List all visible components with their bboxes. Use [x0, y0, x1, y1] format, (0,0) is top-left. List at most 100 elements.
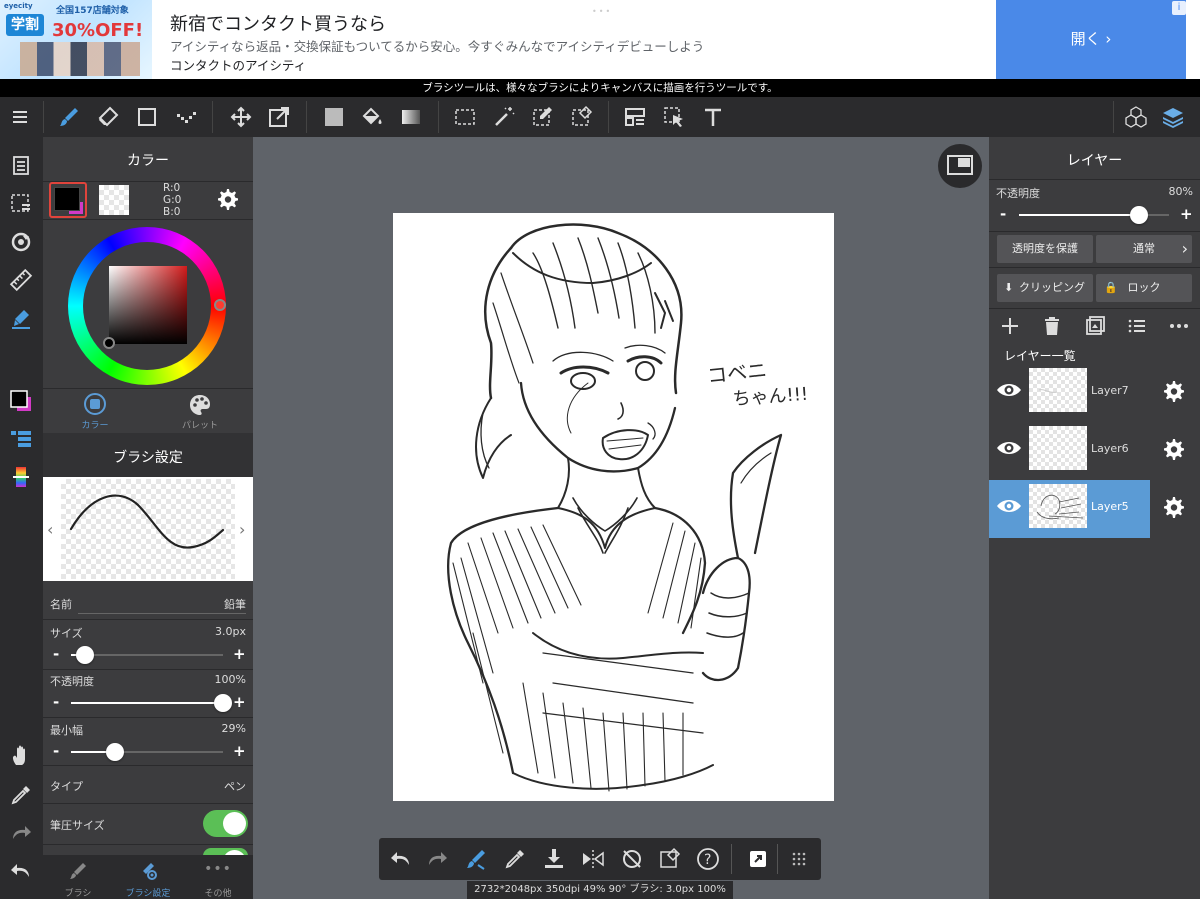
help-icon[interactable]: ? — [696, 847, 720, 871]
eyedropper-quick-icon[interactable] — [503, 847, 527, 871]
size-increase-button[interactable]: + — [233, 645, 246, 663]
size-decrease-button[interactable]: - — [53, 645, 59, 663]
ad-image[interactable]: eyecity 全国157店舗対象 学割 30%OFF! — [0, 0, 152, 79]
rotate-reset-icon[interactable] — [620, 847, 644, 871]
layer6-settings-gear-icon[interactable] — [1162, 438, 1186, 462]
min-width-slider-knob[interactable] — [106, 743, 124, 761]
clipping-button[interactable]: ⬇ クリッピング — [997, 274, 1093, 302]
lock-button[interactable]: 🔒 ロック — [1096, 274, 1192, 302]
opacity-slider-knob[interactable] — [214, 694, 232, 712]
select-pen-icon[interactable] — [531, 105, 555, 129]
color-settings-gear-icon[interactable] — [216, 188, 240, 212]
brush-quick-icon[interactable] — [464, 847, 488, 871]
brush-icon[interactable] — [57, 105, 81, 129]
brush-preview[interactable]: ‹ › — [43, 477, 253, 581]
eraser-icon[interactable] — [96, 105, 120, 129]
ad-info-icon[interactable]: i — [1172, 1, 1186, 15]
undo-icon[interactable] — [9, 859, 33, 883]
layer-thumbnail — [1029, 368, 1087, 412]
brush-fill-icon[interactable] — [9, 307, 33, 331]
tab-brush-settings[interactable]: ブラシ設定 — [118, 855, 178, 899]
canvas-status: 2732*2048px 350dpi 49% 90° ブラシ: 3.0px 10… — [467, 881, 733, 899]
layers-icon[interactable] — [1161, 105, 1185, 129]
ad-open-button[interactable]: 開く › — [996, 0, 1186, 79]
background-color-swatch[interactable] — [99, 185, 129, 215]
brush-type-value[interactable]: ペン — [224, 778, 246, 794]
share-icon[interactable] — [746, 847, 770, 871]
select-eraser-icon[interactable] — [570, 105, 594, 129]
bucket-icon[interactable] — [360, 105, 384, 129]
move-icon[interactable] — [229, 105, 253, 129]
undo-icon[interactable] — [389, 847, 413, 871]
selection-clear-icon[interactable] — [658, 847, 682, 871]
fill-color-icon[interactable] — [322, 105, 346, 129]
gradient-icon[interactable] — [399, 105, 423, 129]
drawing-canvas[interactable]: コベニ ちゃん!!! — [393, 213, 834, 801]
magic-wand-icon[interactable] — [492, 105, 516, 129]
color-b-value: B:0 — [163, 206, 181, 218]
min-width-increase-button[interactable]: + — [233, 742, 246, 760]
3d-icon[interactable] — [1124, 105, 1148, 129]
flip-horizontal-icon[interactable] — [581, 847, 605, 871]
brush-name-value[interactable]: 鉛筆 — [224, 596, 246, 612]
transform-icon[interactable] — [267, 105, 291, 129]
pressure-size-toggle[interactable] — [203, 810, 248, 837]
select-rect-icon[interactable] — [453, 105, 477, 129]
tab-palette[interactable]: パレット — [178, 389, 222, 433]
color-swatch-icon[interactable] — [9, 389, 33, 413]
size-slider-knob[interactable] — [76, 646, 94, 664]
blend-mode-button[interactable]: 通常 › — [1096, 235, 1192, 263]
layer-list-menu-icon[interactable] — [1126, 315, 1148, 337]
eye-icon[interactable] — [995, 380, 1023, 400]
opacity-decrease-button[interactable]: - — [53, 693, 59, 711]
select-move-icon[interactable] — [662, 105, 686, 129]
layer-list-icon[interactable] — [9, 427, 33, 451]
eyedropper-icon[interactable] — [9, 783, 33, 807]
rectangle-icon[interactable] — [135, 105, 159, 129]
layer7-settings-gear-icon[interactable] — [1162, 380, 1186, 404]
layer-row-layer5[interactable]: Layer5 — [989, 480, 1150, 538]
layer-row-layer7[interactable]: Layer7 — [989, 364, 1150, 422]
eye-icon[interactable] — [995, 496, 1023, 516]
tab-other[interactable]: ••• その他 — [198, 855, 238, 899]
layer-row-layer6[interactable]: Layer6 — [989, 422, 1150, 480]
brush-min-width-label: 最小幅 — [50, 724, 83, 737]
tab-color[interactable]: カラー — [73, 389, 117, 433]
foreground-color-swatch[interactable] — [49, 182, 87, 218]
select-layer-icon[interactable] — [9, 191, 33, 215]
brush-type-label: タイプ — [50, 780, 83, 793]
tab-brush[interactable]: ブラシ — [58, 855, 98, 899]
document-icon[interactable] — [9, 153, 33, 177]
menu-icon[interactable] — [8, 105, 32, 129]
hand-icon[interactable] — [9, 744, 33, 768]
protect-alpha-button[interactable]: 透明度を保護 — [997, 235, 1093, 263]
eye-icon[interactable] — [995, 438, 1023, 458]
layer-opacity-increase-button[interactable]: + — [1180, 205, 1193, 223]
reference-window-button[interactable] — [938, 144, 982, 188]
redo-icon[interactable] — [425, 847, 449, 871]
min-width-decrease-button[interactable]: - — [53, 742, 59, 760]
color-bar-icon[interactable] — [9, 465, 33, 489]
save-download-icon[interactable] — [542, 847, 566, 871]
left-panel: カラー R:0 G:0 B:0 カラー パレット ブラシ設定 ‹ › 名前 鉛筆… — [43, 137, 253, 899]
ad-banner[interactable]: eyecity 全国157店舗対象 学割 30%OFF! ••• 新宿でコンタク… — [0, 0, 1200, 79]
brush-size-value: 3.0px — [215, 625, 246, 638]
dot-icon[interactable] — [174, 105, 198, 129]
ruler-icon[interactable] — [9, 268, 33, 292]
ad-title[interactable]: 新宿でコンタクト買うなら — [170, 10, 386, 36]
rotate-icon[interactable] — [9, 230, 33, 254]
saturation-value-square[interactable] — [109, 266, 187, 344]
panel-layout-icon[interactable] — [623, 105, 647, 129]
redo-icon[interactable] — [9, 821, 33, 845]
more-options-icon[interactable] — [1168, 315, 1190, 337]
add-layer-icon[interactable] — [999, 315, 1021, 337]
import-image-icon[interactable] — [1084, 315, 1106, 337]
text-icon[interactable] — [701, 105, 725, 129]
saturation-picker-handle[interactable] — [103, 337, 115, 349]
layer-opacity-decrease-button[interactable]: - — [1000, 205, 1006, 223]
delete-layer-icon[interactable] — [1041, 315, 1063, 337]
layer-opacity-knob[interactable] — [1130, 206, 1148, 224]
opacity-increase-button[interactable]: + — [233, 693, 246, 711]
layer5-settings-gear-icon[interactable] — [1162, 496, 1186, 520]
grid-menu-icon[interactable] — [787, 847, 811, 871]
